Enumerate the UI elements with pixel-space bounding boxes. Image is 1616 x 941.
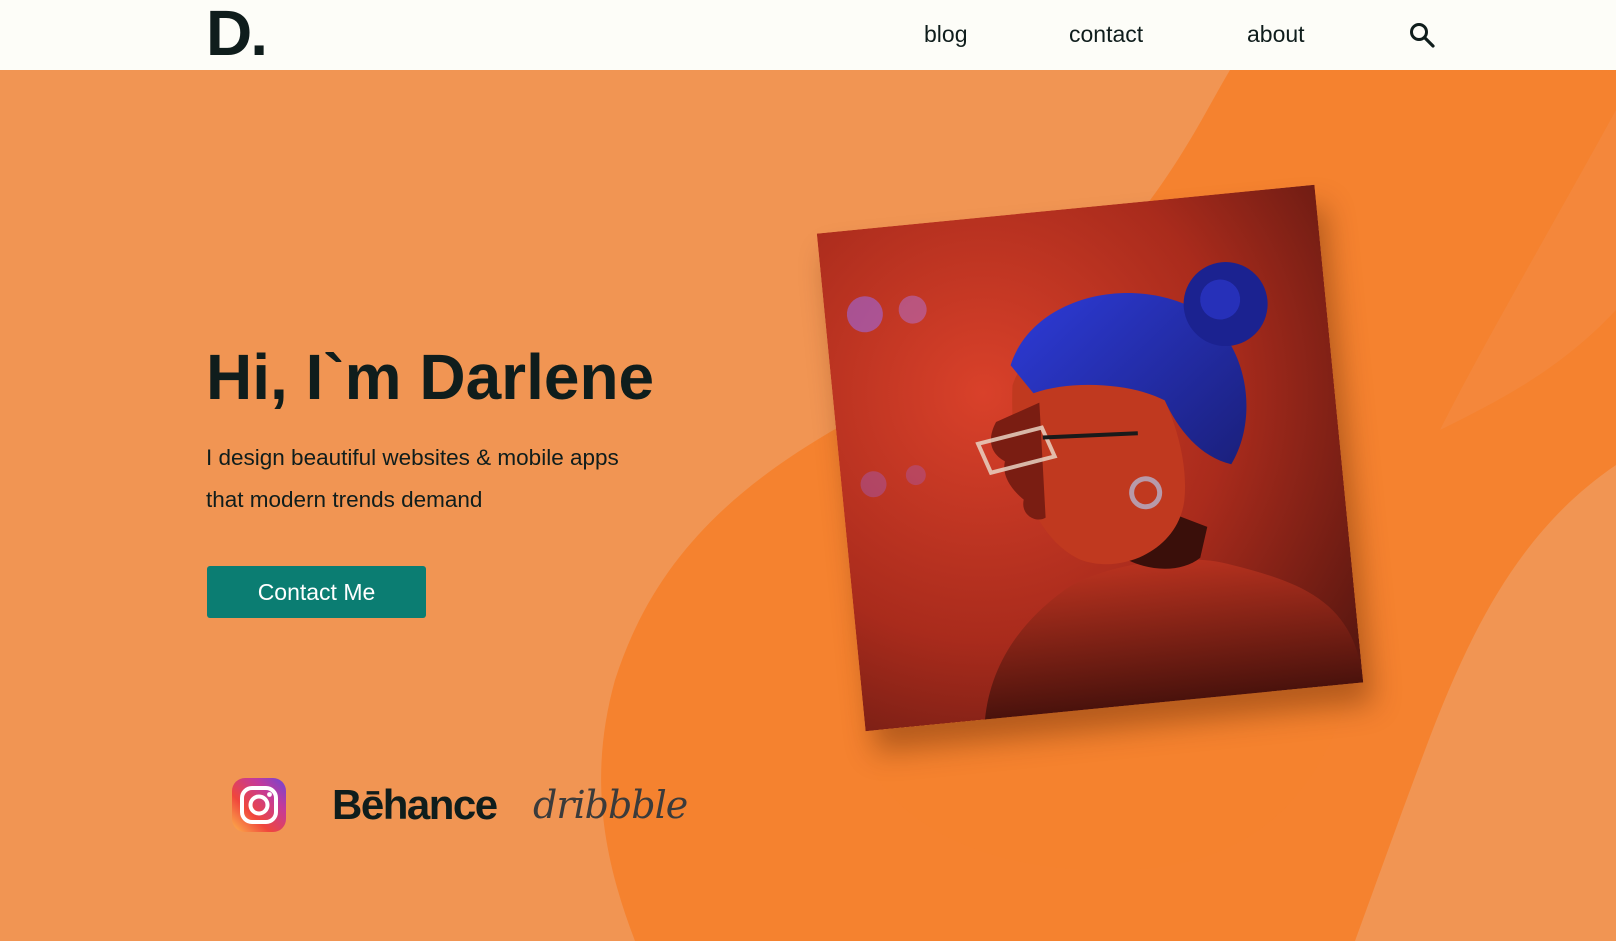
instagram-icon[interactable] <box>231 777 287 833</box>
dribbble-logo[interactable]: dribbble <box>533 781 688 829</box>
hero-title: Hi, I`m Darlene <box>206 341 655 413</box>
portrait-photo <box>816 184 1364 732</box>
contact-me-button[interactable]: Contact Me <box>207 566 426 618</box>
hero-subtitle: I design beautiful websites & mobile app… <box>206 445 619 512</box>
nav-link-about[interactable]: about <box>1247 20 1305 48</box>
site-logo[interactable]: D. <box>206 1 268 65</box>
search-icon[interactable] <box>1408 21 1436 49</box>
hero-section: Hi, I`m Darlene I design beautiful websi… <box>0 70 1616 941</box>
nav-link-blog[interactable]: blog <box>924 20 967 48</box>
top-navigation-bar: D. blog contact about <box>0 0 1616 70</box>
nav-link-contact[interactable]: contact <box>1069 20 1143 48</box>
behance-logo[interactable]: Bēhance <box>332 781 498 829</box>
